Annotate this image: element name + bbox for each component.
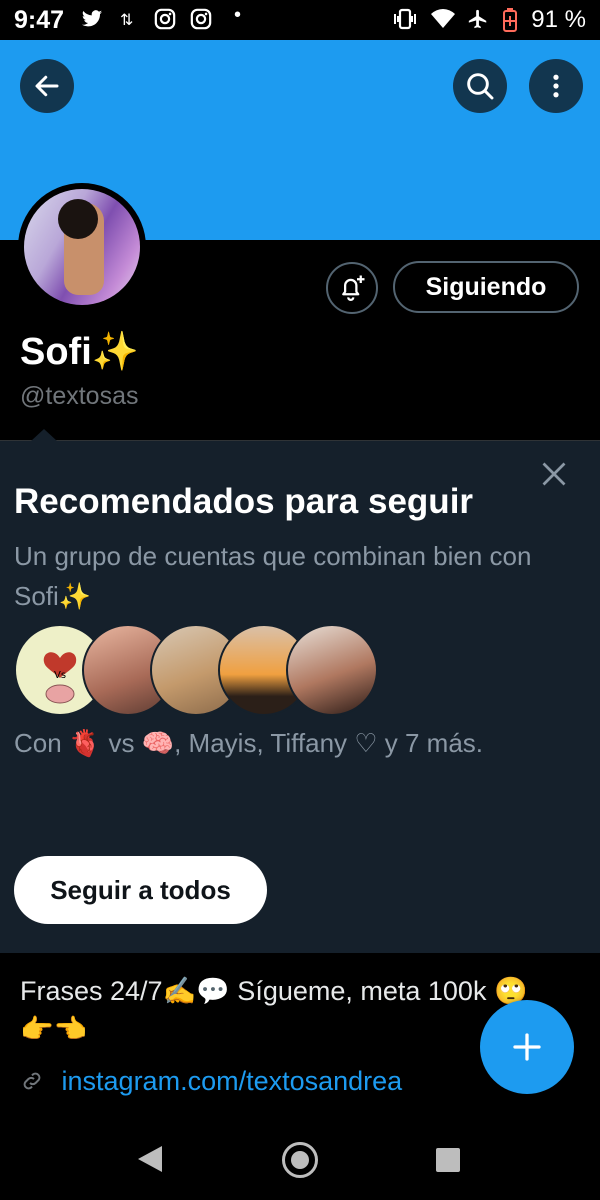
- recommended-avatars[interactable]: Vs: [14, 624, 378, 716]
- compose-tweet-button[interactable]: [480, 1000, 574, 1094]
- plus-icon: [513, 1033, 541, 1061]
- nav-back-button[interactable]: [138, 1146, 162, 1172]
- profile-link-row: instagram.com/textosandrea: [20, 1066, 402, 1097]
- battery-saver-icon: [502, 8, 518, 38]
- more-vertical-icon: [553, 74, 559, 98]
- avatar-hair: [58, 199, 98, 239]
- profile-handle: @textosas: [20, 382, 139, 410]
- search-icon: [467, 73, 494, 100]
- data-transfer-icon: ⇅: [120, 12, 134, 29]
- search-button[interactable]: [453, 59, 507, 113]
- nav-recents-button[interactable]: [436, 1148, 460, 1172]
- instagram-notification-icon: [154, 8, 176, 36]
- vibrate-icon: [392, 8, 418, 36]
- vs-label: Vs: [54, 670, 66, 681]
- recommended-title: Recomendados para seguir: [14, 482, 474, 521]
- status-bar: 9:47 ⇅ • 91 %: [0, 0, 600, 40]
- recommended-avatar-5[interactable]: [286, 624, 378, 716]
- recommended-description: Un grupo de cuentas que combinan bien co…: [14, 541, 532, 611]
- close-icon: [542, 462, 566, 486]
- follow-all-button[interactable]: Seguir a todos: [14, 856, 267, 924]
- arrow-left-icon: [35, 75, 59, 97]
- profile-name: Sofi✨: [20, 331, 140, 373]
- back-button[interactable]: [20, 59, 74, 113]
- instagram-notification-icon-2: [190, 8, 212, 36]
- airplane-mode-icon: [466, 8, 490, 36]
- link-icon: [20, 1066, 52, 1096]
- profile-link[interactable]: instagram.com/textosandrea: [62, 1066, 403, 1096]
- following-button[interactable]: Siguiendo: [393, 261, 579, 313]
- recommended-followed-by: Con 🫀 vs 🧠, Mayis, Tiffany ♡ y 7 más.: [14, 728, 484, 758]
- close-recommendations-button[interactable]: [536, 456, 572, 492]
- more-options-button[interactable]: [529, 59, 583, 113]
- bell-plus-icon: [342, 275, 365, 301]
- twitter-notification-icon: [80, 8, 104, 36]
- card-pointer: [31, 429, 57, 441]
- status-time: 9:47: [14, 6, 65, 34]
- wifi-icon: [430, 8, 456, 36]
- bio-line-1: Frases 24/7✍️💬 Sígueme, meta 100k 🙄: [20, 976, 528, 1006]
- avatar[interactable]: [24, 189, 140, 305]
- battery-percent: 91 %: [531, 6, 586, 33]
- notifications-toggle-button[interactable]: [326, 262, 378, 314]
- more-notifications-dot-icon: •: [234, 4, 242, 26]
- nav-home-button[interactable]: [282, 1142, 318, 1178]
